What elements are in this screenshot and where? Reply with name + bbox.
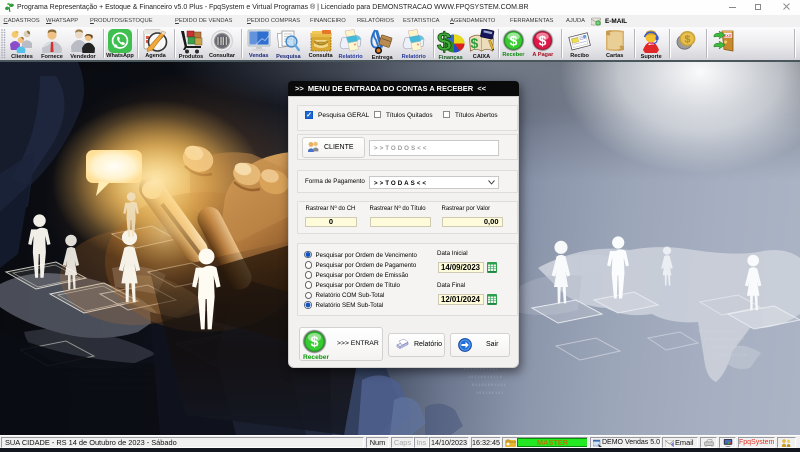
svg-text:101100101101: 101100101101 [710, 346, 748, 350]
svg-text:$: $ [509, 33, 517, 49]
svg-text:$: $ [471, 35, 479, 51]
svg-text:$: $ [684, 34, 690, 46]
svg-text:01101001101: 01101001101 [464, 368, 499, 372]
svg-text:EXIT: EXIT [724, 34, 733, 38]
svg-text:0110100110: 0110100110 [716, 354, 748, 358]
svg-text:.........: ......... [742, 380, 771, 384]
svg-text:.........: ......... [742, 368, 771, 372]
svg-text:.........: ......... [742, 386, 771, 390]
svg-text:10110010110: 10110010110 [468, 376, 503, 380]
svg-text:101100101: 101100101 [476, 392, 504, 396]
svg-text:1011001011010: 1011001011010 [698, 330, 739, 334]
svg-text:01101001101: 01101001101 [472, 384, 507, 388]
svg-text:$: $ [437, 29, 452, 55]
svg-text:$: $ [310, 335, 318, 351]
svg-text:.........: ......... [742, 374, 771, 378]
svg-text:$: $ [539, 33, 547, 49]
svg-text:0110100110100: 0110100110100 [704, 338, 745, 342]
